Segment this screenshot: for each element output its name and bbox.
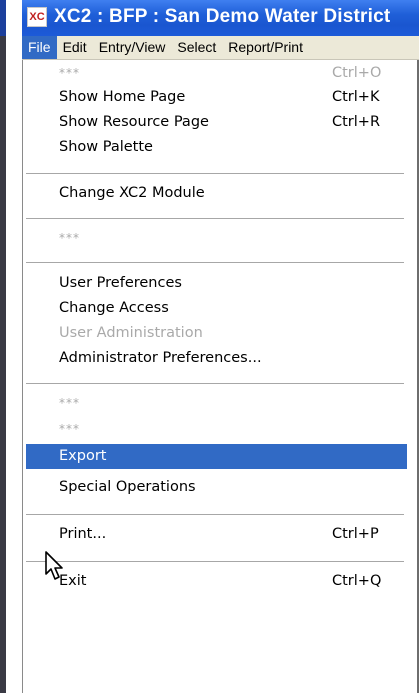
menu-separator [26, 218, 404, 219]
menu-separator [26, 173, 404, 174]
menu-separator [26, 561, 404, 562]
menu-file[interactable]: File [22, 36, 57, 59]
menu-item-show-palette[interactable]: Show Palette [23, 135, 408, 160]
menu-item-user-preferences[interactable]: User Preferences [23, 271, 408, 296]
menu-item-disabled: *** [59, 231, 80, 245]
menu-item-print[interactable]: Print... Ctrl+P [23, 522, 408, 547]
menu-item-change-module[interactable]: Change XC2 Module [23, 181, 408, 206]
menu-separator [26, 514, 404, 515]
menu-item-user-administration: User Administration [59, 325, 203, 341]
menu-item-administrator-preferences[interactable]: Administrator Preferences... [23, 346, 408, 371]
menu-entry-view[interactable]: Entry/View [93, 36, 172, 59]
menu-item-disabled: *** [59, 396, 80, 410]
desktop-edge [0, 0, 6, 693]
menu-item-exit[interactable]: Exit Ctrl+Q [23, 569, 408, 594]
menu-item-show-home-page[interactable]: Show Home Page Ctrl+K [23, 85, 408, 110]
menu-item-disabled: *** [59, 422, 80, 436]
menu-item-disabled-open: *** Ctrl+O [59, 65, 382, 81]
menu-item-special-operations[interactable]: Special Operations [23, 475, 408, 500]
arrow-cursor-icon [45, 551, 63, 580]
window-title: XC2 : BFP : San Demo Water District [54, 6, 391, 27]
menu-select[interactable]: Select [171, 36, 222, 59]
menu-report-print[interactable]: Report/Print [222, 36, 309, 59]
menu-item-change-access[interactable]: Change Access [23, 296, 408, 321]
menu-separator [26, 262, 404, 263]
title-bar[interactable]: XC XC2 : BFP : San Demo Water District [22, 0, 419, 36]
menu-item-export[interactable]: Export [26, 444, 407, 469]
menu-edit[interactable]: Edit [57, 36, 93, 59]
menu-separator [26, 383, 404, 384]
menu-item-show-resource-page[interactable]: Show Resource Page Ctrl+R [23, 110, 408, 135]
xc2-app-icon: XC [27, 7, 47, 27]
file-menu-dropdown: *** Ctrl+O Show Home Page Ctrl+K Show Reso… [22, 60, 419, 693]
menu-bar: File Edit Entry/View Select Report/Print [22, 36, 419, 60]
